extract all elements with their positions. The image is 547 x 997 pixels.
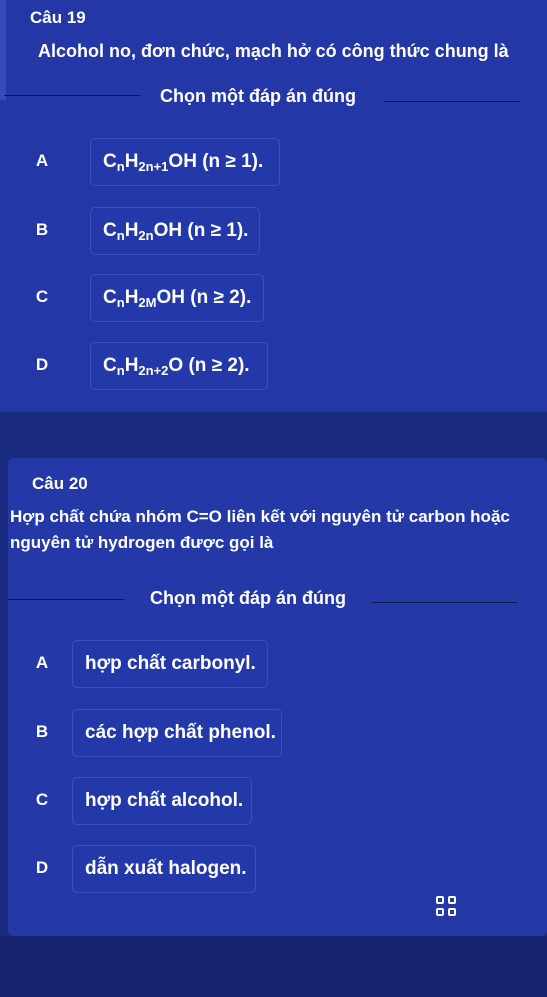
question-text: Hợp chất chứa nhóm C=O liên kết với nguy… (10, 507, 510, 552)
left-accent-bar (0, 0, 6, 100)
separator-left (8, 599, 124, 600)
option-letter-d: D (35, 355, 49, 374)
option-c-text: hợp chất alcohol. (85, 790, 244, 811)
formula-sub: 2n (138, 228, 154, 243)
formula-c: C (103, 355, 117, 376)
question-text: Alcohol no, đơn chức, mạch hở có công th… (38, 41, 509, 61)
option-letter-d: D (35, 858, 49, 877)
option-letter-c: C (35, 790, 49, 809)
formula-rest: OH (n ≥ 1). (168, 151, 264, 172)
formula-h: H (124, 220, 139, 241)
option-b[interactable]: CnH2nOH (n ≥ 1). (90, 207, 260, 255)
option-d[interactable]: CnH2n+2O (n ≥ 2). (90, 342, 268, 390)
formula-sub: n (116, 295, 125, 310)
formula-c: C (103, 220, 117, 241)
option-letter-b: B (35, 220, 49, 239)
option-letter-a: A (35, 653, 49, 672)
option-b-text: các hợp chất phenol. (85, 722, 276, 743)
option-letter-c: C (35, 287, 49, 306)
grid-icon[interactable] (436, 896, 458, 918)
formula-h: H (124, 355, 139, 376)
option-d[interactable]: dẫn xuất halogen. (72, 845, 256, 893)
separator-right (384, 101, 520, 102)
formula-c: C (103, 287, 117, 308)
option-d-text: dẫn xuất halogen. (85, 858, 247, 879)
option-c[interactable]: hợp chất alcohol. (72, 777, 252, 825)
question-number: Câu 20 (32, 474, 88, 493)
separator-left (4, 95, 140, 96)
formula-c: C (103, 151, 117, 172)
question-20-card: Câu 20 Hợp chất chứa nhóm C=O liên kết v… (8, 458, 547, 936)
formula-h: H (124, 151, 139, 172)
question-19-card: Câu 19 Alcohol no, đơn chức, mạch hở có … (0, 0, 547, 412)
formula-rest: O (n ≥ 2). (168, 355, 250, 376)
formula-h: H (124, 287, 139, 308)
option-a[interactable]: hợp chất carbonyl. (72, 640, 268, 688)
option-b[interactable]: các hợp chất phenol. (72, 709, 282, 757)
formula-sub: n (116, 363, 125, 378)
card-gap (0, 412, 547, 458)
formula-sub: 2n+2 (138, 363, 169, 378)
option-a[interactable]: CnH2n+1OH (n ≥ 1). (90, 138, 280, 186)
question-number: Câu 19 (30, 8, 86, 27)
option-letter-a: A (35, 151, 49, 170)
option-letter-b: B (35, 722, 49, 741)
formula-rest: OH (n ≥ 1). (153, 220, 249, 241)
choose-label: Chọn một đáp án đúng (160, 86, 356, 106)
option-c[interactable]: CnH2MOH (n ≥ 2). (90, 274, 264, 322)
bottom-area (0, 936, 547, 997)
option-a-text: hợp chất carbonyl. (85, 653, 256, 674)
formula-sub: 2n+1 (138, 159, 169, 174)
separator-right (372, 602, 517, 603)
formula-rest: OH (n ≥ 2). (156, 287, 252, 308)
formula-sub: n (116, 228, 125, 243)
choose-label: Chọn một đáp án đúng (150, 588, 346, 608)
formula-sub: n (116, 159, 125, 174)
formula-sub: 2M (138, 295, 157, 310)
